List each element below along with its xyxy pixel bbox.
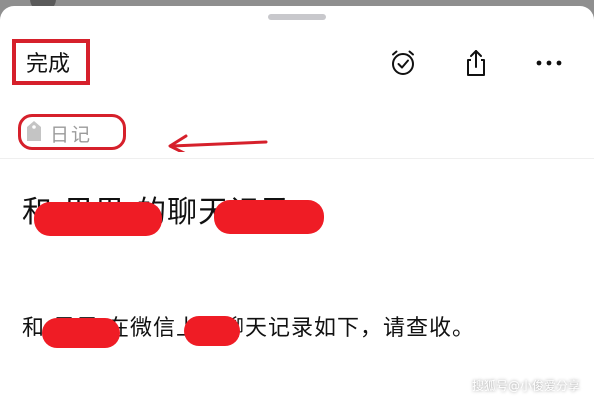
- done-highlight-box: 完成: [12, 39, 90, 85]
- sheet-grabber[interactable]: [268, 14, 326, 20]
- tag-row: 日记: [0, 114, 594, 158]
- redaction-mark: [42, 318, 120, 348]
- redaction-mark: [184, 316, 240, 346]
- done-button[interactable]: 完成: [26, 46, 70, 78]
- redaction-mark: [34, 202, 162, 236]
- share-icon[interactable]: [461, 48, 491, 78]
- note-toolbar: 完成: [0, 36, 594, 94]
- more-icon[interactable]: [534, 48, 564, 78]
- note-sheet: 完成 日记 和 果果 在微信上的聊天记录如下，请查收。 搜狐号@小俊爱分享: [0, 6, 594, 400]
- tag-icon: [26, 120, 42, 146]
- tag-chip[interactable]: 日记: [26, 120, 92, 146]
- watermark: 搜狐号@小俊爱分享: [471, 379, 580, 393]
- header-divider: [0, 158, 594, 159]
- alarm-clock-icon[interactable]: [388, 48, 418, 78]
- redaction-mark: [214, 200, 324, 234]
- annotation-arrow-icon: [168, 134, 268, 152]
- tag-label: 日记: [50, 123, 93, 146]
